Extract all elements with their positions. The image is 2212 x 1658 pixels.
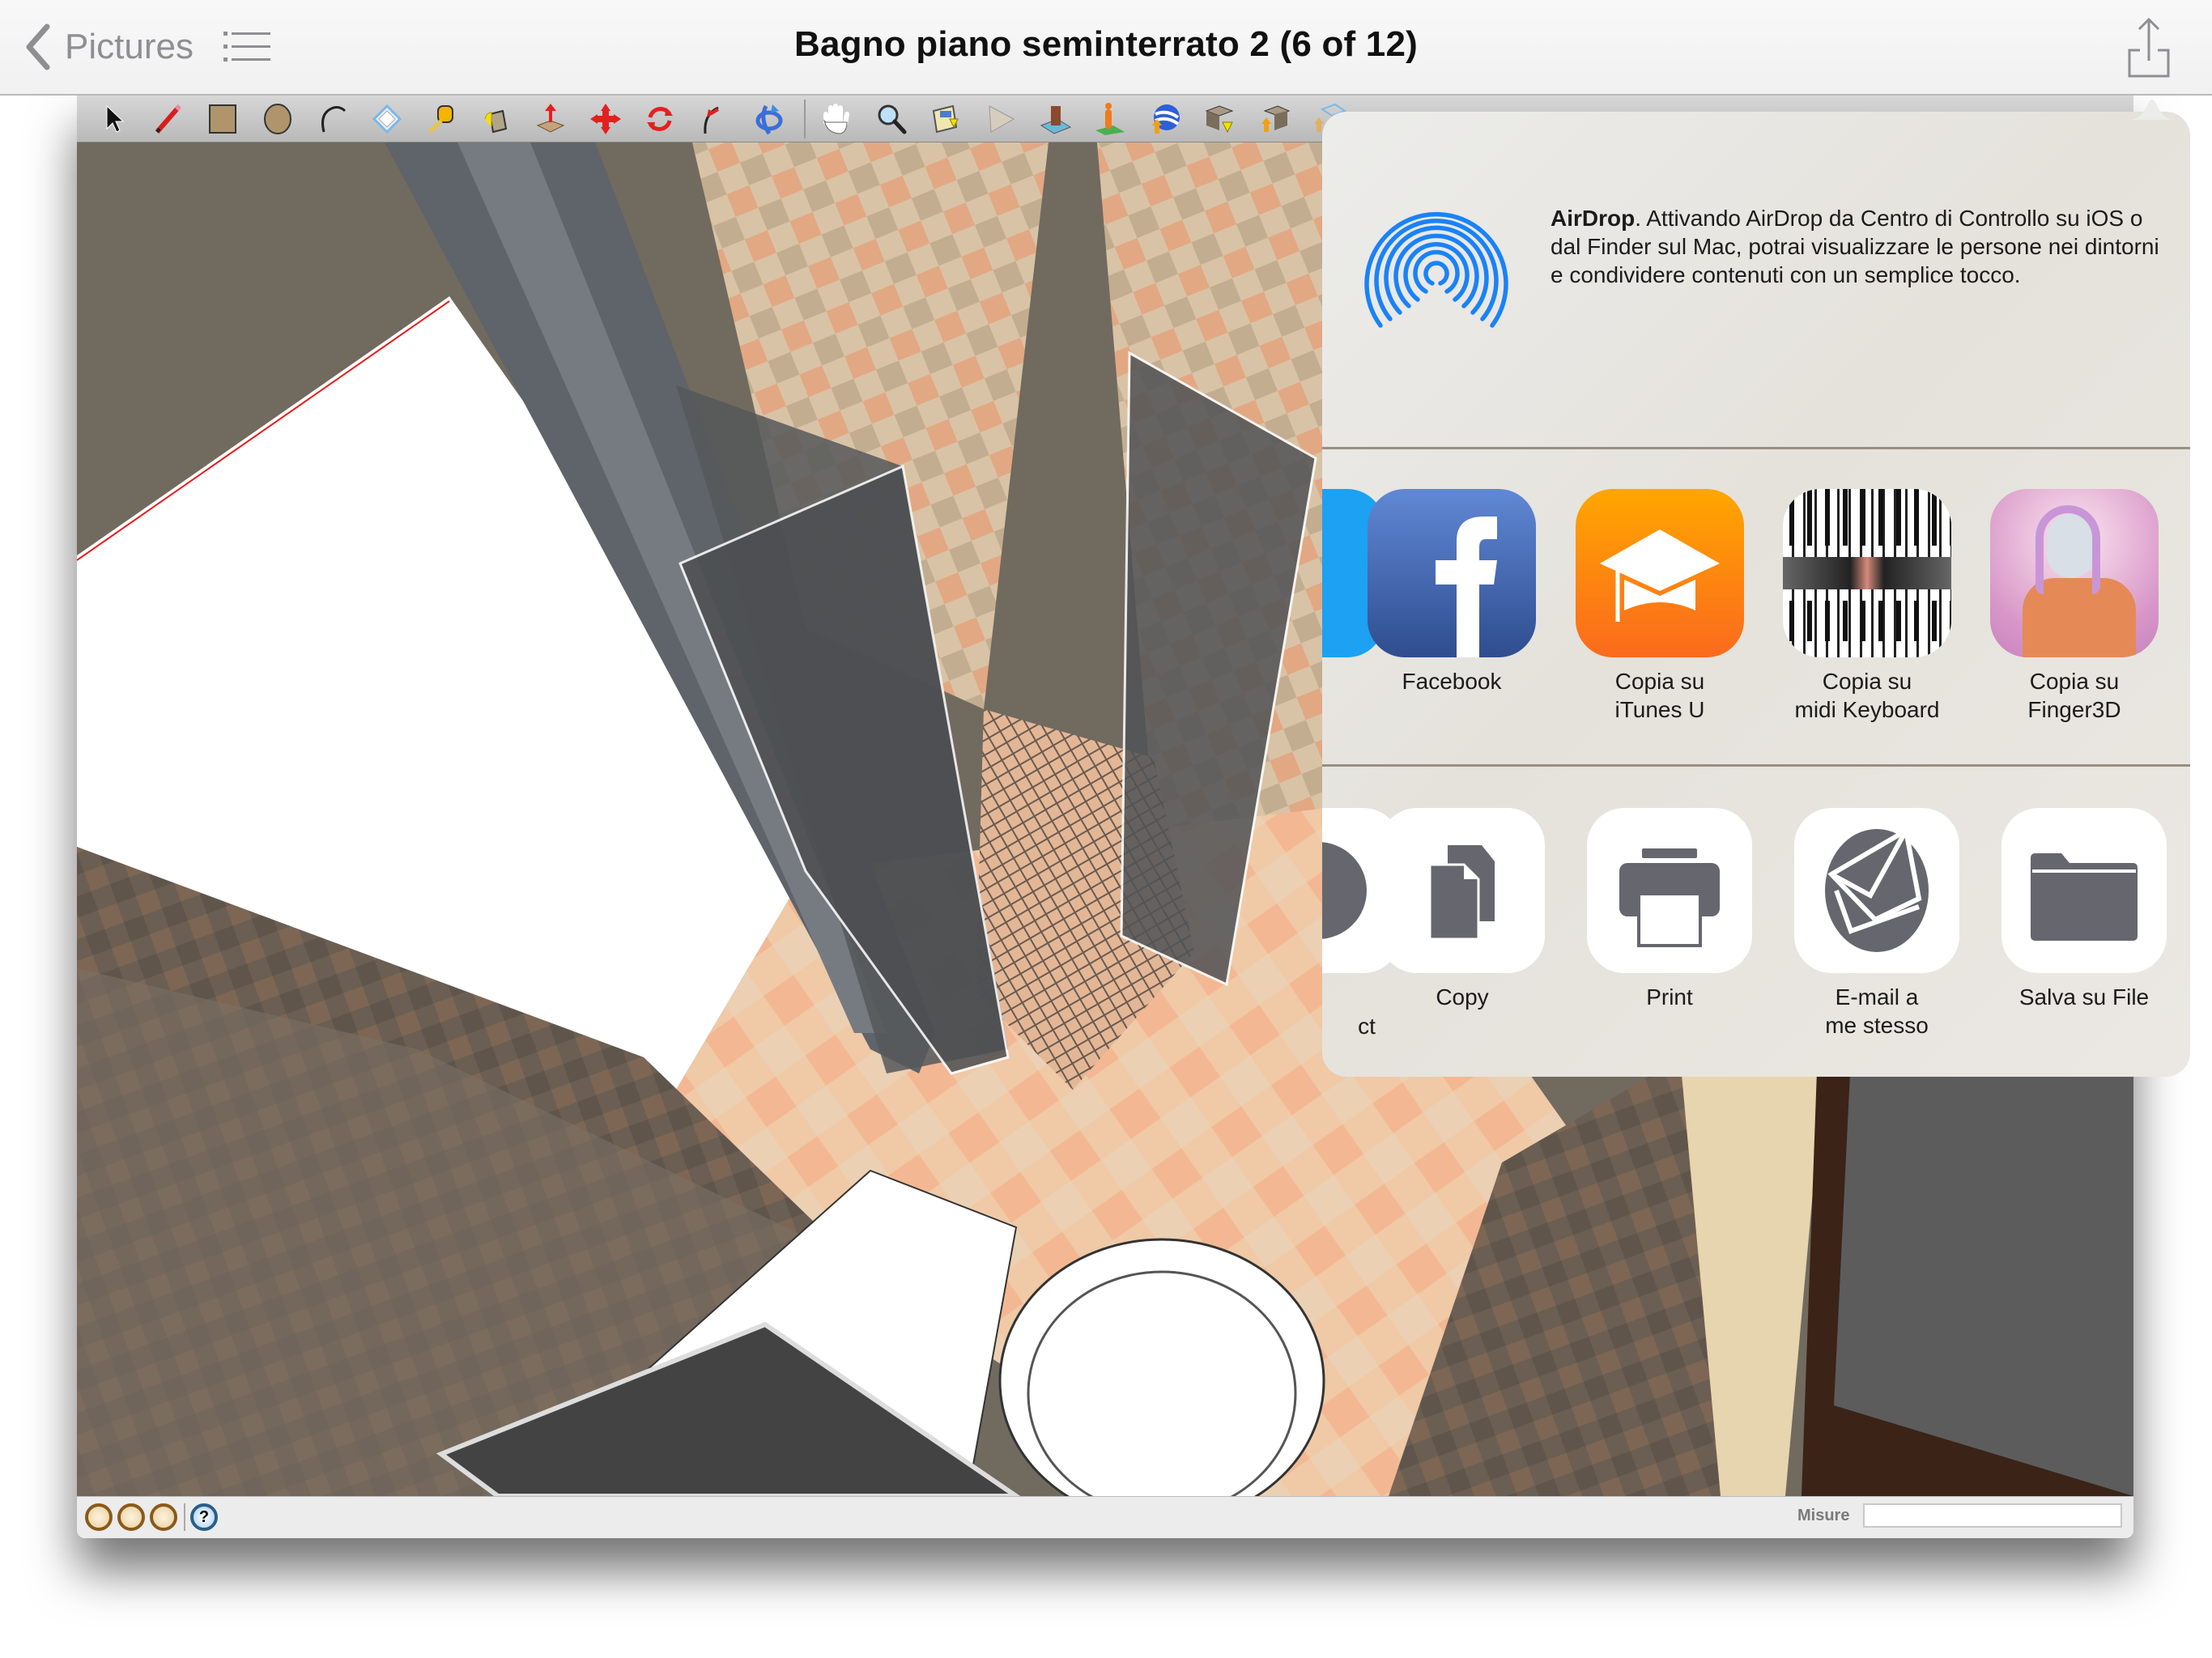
facebook-icon (1368, 489, 1536, 657)
statusbar-separator (184, 1503, 185, 1531)
share-action-label: Print (1646, 984, 1693, 1010)
orbit-tool[interactable] (749, 99, 789, 139)
help-icon[interactable]: ? (190, 1503, 218, 1531)
share-sheet: AirDrop. Attivando AirDrop da Centro di … (1322, 112, 2190, 1077)
box-upload-icon (1261, 104, 1290, 132)
place-model-icon (1040, 105, 1071, 134)
share-app-label: Copia su Finger3D (2027, 669, 2121, 722)
terrain-icon (989, 104, 1015, 133)
share-action-copy[interactable]: Copy (1377, 808, 1547, 1011)
share-app-label: Copia su midi Keyboard (1794, 669, 1940, 722)
section-divider (1322, 764, 2190, 767)
share-app-label: Copia su iTunes U (1614, 669, 1705, 722)
magnifier-icon (878, 104, 907, 134)
circle-tool[interactable] (257, 99, 298, 139)
share-app-facebook[interactable]: Facebook (1367, 489, 1537, 695)
rectangle-tool[interactable] (202, 99, 243, 139)
paint-bucket-tool[interactable] (476, 99, 517, 139)
box-download-icon (1205, 104, 1234, 133)
finger3d-icon (1990, 489, 2159, 657)
share-model-tool[interactable] (1254, 99, 1295, 139)
measure-label: Misure (1797, 1507, 1850, 1524)
page-title: Bagno piano seminterrato 2 (6 of 12) (793, 24, 1418, 64)
get-models-tool[interactable] (1199, 99, 1240, 139)
airdrop-description: AirDrop. Attivando AirDrop da Centro di … (1551, 206, 2159, 287)
follow-me-icon (703, 106, 719, 134)
add-location-tool[interactable] (1090, 99, 1130, 139)
place-model-tool[interactable] (1036, 99, 1076, 139)
paint-bucket-icon (484, 109, 507, 133)
share-icon[interactable] (2126, 16, 2172, 78)
measure-input[interactable] (1863, 1503, 2122, 1528)
push-pull-tool[interactable] (530, 99, 571, 139)
popover-arrow (2129, 100, 2175, 120)
airdrop-title: AirDrop (1551, 206, 1636, 231)
credits-person-icon[interactable] (117, 1503, 145, 1531)
toggle-terrain-tool[interactable] (981, 99, 1021, 139)
google-earth-icon (1151, 104, 1180, 134)
airdrop-text: Attivando AirDrop da Centro di Controllo… (1551, 206, 2159, 287)
print-icon (1587, 808, 1752, 973)
share-action-email[interactable]: E-mail a me stesso (1792, 808, 1962, 1039)
itunes-u-icon (1576, 489, 1744, 657)
share-action-label: Copy (1436, 984, 1489, 1010)
arc-tool[interactable] (312, 99, 352, 139)
share-app-itunes-u[interactable]: Copia su iTunes U (1575, 489, 1745, 724)
navigation-bar: Pictures Bagno piano seminterrato 2 (6 o… (0, 0, 2212, 96)
rotate-tool[interactable] (640, 99, 680, 139)
hand-icon (823, 103, 849, 134)
pencil-icon (155, 104, 181, 134)
airdrop-icon (1364, 211, 1508, 328)
geo-location-icon[interactable] (85, 1503, 113, 1531)
arrow-cursor-icon (106, 104, 125, 133)
share-action-save-to-files[interactable]: Salva su File (1999, 808, 2169, 1011)
share-action-print[interactable]: Print (1585, 808, 1755, 1011)
share-action-label: ct (1358, 1014, 1376, 1039)
arc-icon (321, 105, 347, 132)
google-signin-icon[interactable] (150, 1503, 177, 1531)
select-tool[interactable] (93, 99, 134, 139)
zoom-tool[interactable] (871, 99, 912, 139)
share-app-finger3d[interactable]: Copia su Finger3D (1989, 489, 2159, 724)
section-divider (1322, 447, 2190, 449)
share-app-label: Facebook (1402, 669, 1502, 694)
move-arrows-icon (589, 103, 621, 134)
circle-icon (263, 103, 291, 134)
orbit-icon (755, 104, 783, 134)
follow-me-tool[interactable] (695, 99, 735, 139)
preview-google-earth-tool[interactable] (1145, 99, 1185, 139)
push-pull-icon (536, 103, 565, 133)
eraser-tool[interactable] (367, 99, 407, 139)
map-download-icon (932, 104, 959, 133)
share-app-midi-keyboard[interactable]: Copia su midi Keyboard (1782, 489, 1952, 724)
toolbar-separator (803, 99, 806, 138)
get-current-view-tool[interactable] (926, 99, 967, 139)
location-pin-icon (1095, 102, 1125, 135)
midi-keyboard-icon (1783, 489, 1951, 657)
pan-tool[interactable] (817, 99, 857, 139)
share-action-label: Salva su File (2018, 984, 2150, 1010)
eraser-icon (372, 104, 402, 134)
move-tool[interactable] (585, 99, 626, 139)
airdrop-section[interactable]: AirDrop. Attivando AirDrop da Centro di … (1322, 112, 2190, 447)
rotate-icon (647, 106, 673, 131)
tape-measure-tool[interactable] (421, 99, 462, 139)
sketchup-statusbar: ? Misure (77, 1496, 2133, 1538)
pencil-tool[interactable] (148, 99, 189, 139)
folder-icon (2001, 808, 2167, 973)
copy-icon (1380, 808, 1545, 973)
share-action-label: E-mail a me stesso (1825, 984, 1929, 1038)
email-icon (1794, 808, 1959, 973)
tape-measure-icon (428, 104, 453, 134)
rectangle-icon (209, 104, 236, 134)
